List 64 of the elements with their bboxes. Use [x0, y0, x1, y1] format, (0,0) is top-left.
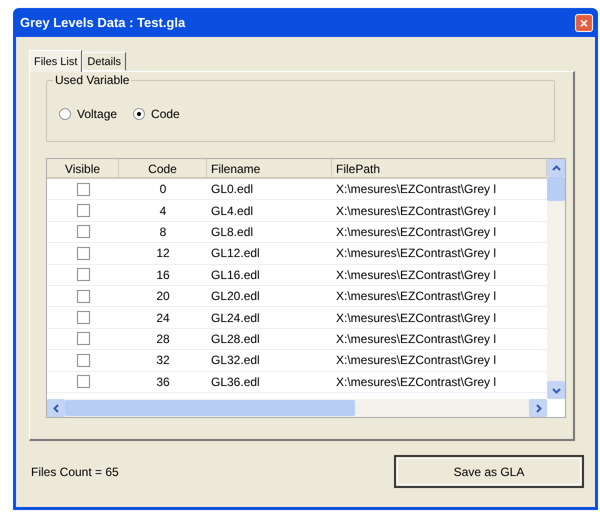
- chevron-down-icon: [552, 386, 560, 394]
- table-cell-text: GL24.edl: [210, 310, 261, 325]
- vertical-scrollbar[interactable]: [547, 159, 565, 399]
- table-cell-text: 12: [155, 246, 171, 260]
- table-cell-text: X:\mesures\EZContrast\Grey l: [335, 204, 498, 218]
- table-cell-text: X:\mesures\EZContrast\Grey l: [335, 332, 498, 346]
- radio-option[interactable]: Code: [133, 107, 180, 121]
- scroll-thumb[interactable]: [547, 177, 565, 201]
- table-cell-text: GL0.edl: [210, 182, 254, 196]
- checkbox[interactable]: [76, 354, 90, 367]
- table-cell-text: X:\mesures\EZContrast\Grey l: [335, 224, 498, 239]
- checkbox[interactable]: [76, 204, 90, 218]
- scroll-up-button[interactable]: [547, 159, 565, 177]
- table-cell-text: 28: [155, 332, 171, 346]
- chevron-right-icon: [534, 404, 542, 412]
- chevron-up-icon: [552, 164, 560, 172]
- table-cell-text: GL36.edl: [210, 374, 261, 389]
- table-cell-text: X:\mesures\EZContrast\Grey l: [335, 182, 498, 196]
- table-cell-text: 20: [155, 289, 171, 304]
- table-cell-text: X:\mesures\EZContrast\Grey l: [335, 310, 498, 325]
- horizontal-scrollbar[interactable]: [47, 399, 547, 417]
- checkbox[interactable]: [76, 290, 90, 303]
- table-cell-text: GL12.edl: [210, 246, 261, 260]
- files-count: Files Count = 65: [31, 464, 119, 478]
- checkbox[interactable]: [76, 225, 90, 238]
- column-header[interactable]: Filename: [207, 159, 332, 177]
- tab[interactable]: Details: [82, 52, 126, 71]
- table-cell-text: X:\mesures\EZContrast\Grey l: [335, 289, 498, 304]
- column-header[interactable]: Code: [119, 159, 207, 177]
- table-cell-text: 8: [158, 224, 168, 239]
- scroll-left-button[interactable]: [47, 399, 65, 417]
- table-cell-text: GL32.edl: [210, 353, 261, 368]
- table-cell-text: 36: [155, 374, 171, 389]
- checkbox[interactable]: [76, 182, 90, 196]
- window-title: Grey Levels Data : Test.gla: [20, 15, 186, 30]
- chevron-left-icon: [52, 404, 60, 412]
- group-title: Used Variable: [53, 73, 132, 87]
- table-cell-text: X:\mesures\EZContrast\Grey l: [335, 374, 498, 389]
- table-cell-text: 4: [158, 204, 168, 218]
- scroll-thumb[interactable]: [65, 400, 355, 416]
- table-cell-text: 16: [155, 268, 171, 282]
- scroll-down-button[interactable]: [547, 381, 565, 399]
- table-cell-text: 24: [155, 310, 171, 325]
- close-button[interactable]: ×: [575, 14, 593, 32]
- radio-option[interactable]: Voltage: [59, 107, 118, 121]
- checkbox[interactable]: [76, 246, 90, 260]
- table-cell-text: GL16.edl: [210, 268, 261, 282]
- scroll-right-button[interactable]: [529, 399, 547, 417]
- table-cell-text: 32: [155, 353, 171, 368]
- checkbox[interactable]: [76, 268, 90, 282]
- table-cell-text: X:\mesures\EZContrast\Grey l: [335, 353, 498, 368]
- checkbox[interactable]: [76, 332, 90, 346]
- checkbox[interactable]: [76, 375, 90, 388]
- column-header[interactable]: Visible: [47, 159, 119, 177]
- table-cell-text: GL8.edl: [210, 224, 254, 239]
- table-cell-text: X:\mesures\EZContrast\Grey l: [335, 246, 498, 260]
- table-cell-text: 0: [158, 182, 168, 196]
- checkbox[interactable]: [76, 311, 90, 324]
- tab[interactable]: Files List: [29, 50, 82, 72]
- table-cell-text: GL28.edl: [210, 332, 261, 346]
- table-cell-text: X:\mesures\EZContrast\Grey l: [335, 268, 498, 282]
- save-button[interactable]: Save as GLA: [394, 455, 584, 488]
- table-cell-text: GL4.edl: [210, 204, 254, 218]
- table-cell-text: GL20.edl: [210, 289, 261, 304]
